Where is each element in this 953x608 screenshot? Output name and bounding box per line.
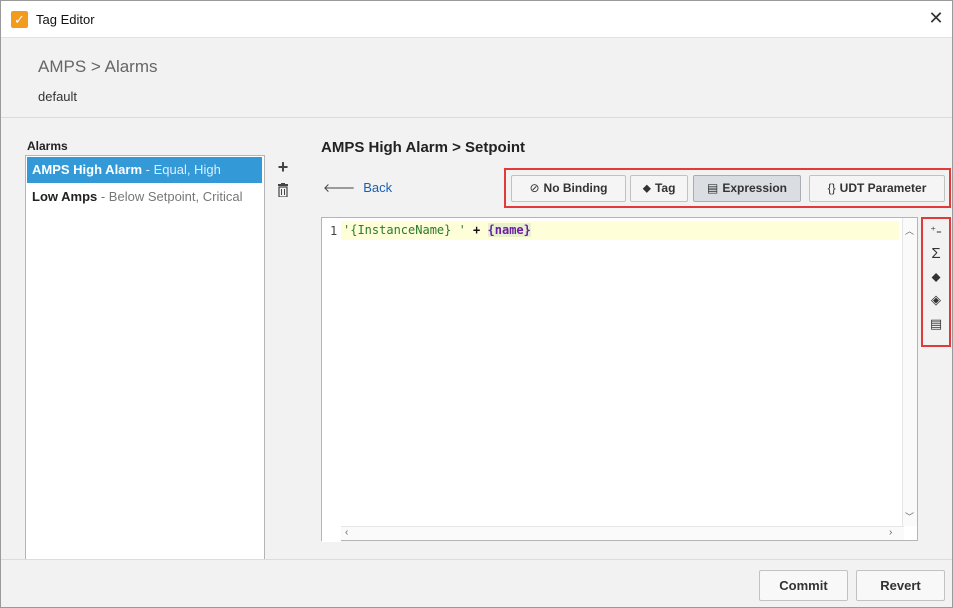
alarms-heading: Alarms: [27, 139, 68, 153]
binding-type-selector: ⊘ No Binding ⬥ Tag ▤ Expression {} UDT Param…: [504, 168, 951, 208]
udt-parameter-label: UDT Parameter: [839, 181, 927, 195]
editor-header: AMPS > Alarms default: [1, 39, 952, 118]
expression-tools-toolbar: ⁺₌ Σ ⬥ ◈ ▤: [921, 217, 951, 347]
alarm-name: Low Amps: [32, 189, 98, 204]
no-binding-icon: ⊘: [529, 181, 540, 195]
scroll-down-icon[interactable]: ﹀: [905, 510, 914, 523]
alarm-list-item[interactable]: Low Amps - Below Setpoint, Critical: [27, 184, 242, 210]
expression-icon: ▤: [706, 181, 719, 195]
commit-button[interactable]: Commit: [759, 570, 848, 601]
breadcrumb: AMPS > Alarms: [38, 57, 158, 76]
app-logo-icon: ✓: [11, 11, 28, 28]
close-icon[interactable]: ✕: [926, 8, 946, 28]
function-sigma-icon[interactable]: Σ: [926, 244, 946, 264]
delete-alarm-button[interactable]: [275, 183, 291, 201]
expression-binding-button[interactable]: ▤ Expression: [693, 175, 801, 202]
code-line[interactable]: '{InstanceName} ' + {name}: [341, 221, 899, 240]
code-string-token: '{InstanceName} ': [343, 223, 466, 237]
panel-title: AMPS High Alarm > Setpoint: [321, 139, 526, 156]
line-number: 1: [330, 224, 338, 238]
expression-binding-label: Expression: [722, 181, 788, 195]
no-binding-button[interactable]: ⊘ No Binding: [511, 175, 626, 202]
provider-name: default: [38, 89, 78, 104]
tag-editor-window: ✓ Tag Editor ✕ AMPS > Alarms default Ala…: [0, 0, 953, 608]
alarm-description: - Equal, High: [142, 162, 221, 177]
code-reference-token: {name}: [487, 223, 531, 237]
add-alarm-button[interactable]: +: [275, 157, 291, 178]
vertical-scrollbar[interactable]: ︿ ﹀: [902, 218, 917, 526]
main-content: Alarms AMPS High Alarm - Equal, High Low…: [1, 119, 952, 575]
scroll-up-icon[interactable]: ︿: [905, 224, 914, 237]
trash-icon: [278, 183, 288, 198]
back-arrow-icon: 🡐: [323, 181, 356, 195]
scroll-right-icon[interactable]: ›: [889, 527, 892, 538]
expression-editor[interactable]: 1 '{InstanceName} ' + {name} ︿ ﹀ ‹ ›: [321, 217, 918, 542]
plus-icon: +: [277, 157, 289, 177]
alarm-list: AMPS High Alarm - Equal, High Low Amps -…: [25, 155, 265, 575]
tag-binding-button[interactable]: ⬥ Tag: [630, 175, 688, 202]
alarm-list-item[interactable]: AMPS High Alarm - Equal, High: [27, 157, 262, 183]
line-gutter: 1: [322, 218, 341, 542]
back-button[interactable]: 🡐 Back: [323, 180, 392, 195]
scroll-left-icon[interactable]: ‹: [345, 527, 348, 538]
insert-operator-icon[interactable]: ⁺₌: [926, 221, 946, 241]
horizontal-scrollbar[interactable]: ‹ ›: [341, 526, 904, 540]
property-tag-icon[interactable]: ◈: [926, 290, 946, 310]
alarm-description: - Below Setpoint, Critical: [97, 189, 243, 204]
back-label: Back: [363, 180, 393, 195]
tag-icon: ⬥: [642, 181, 651, 195]
curly-braces-icon: {}: [827, 181, 836, 195]
alarm-name: AMPS High Alarm: [32, 162, 143, 177]
udt-parameter-button[interactable]: {} UDT Parameter: [809, 175, 945, 202]
expression-list-icon[interactable]: ▤: [926, 314, 946, 334]
footer-bar: Commit Revert: [1, 559, 952, 607]
title-bar: ✓ Tag Editor ✕: [1, 1, 952, 38]
tag-binding-label: Tag: [654, 181, 676, 195]
revert-button[interactable]: Revert: [856, 570, 945, 601]
tag-browse-icon[interactable]: ⬥: [926, 267, 946, 287]
window-title: Tag Editor: [36, 12, 95, 27]
no-binding-label: No Binding: [543, 181, 608, 195]
code-operator-token: +: [465, 223, 488, 237]
